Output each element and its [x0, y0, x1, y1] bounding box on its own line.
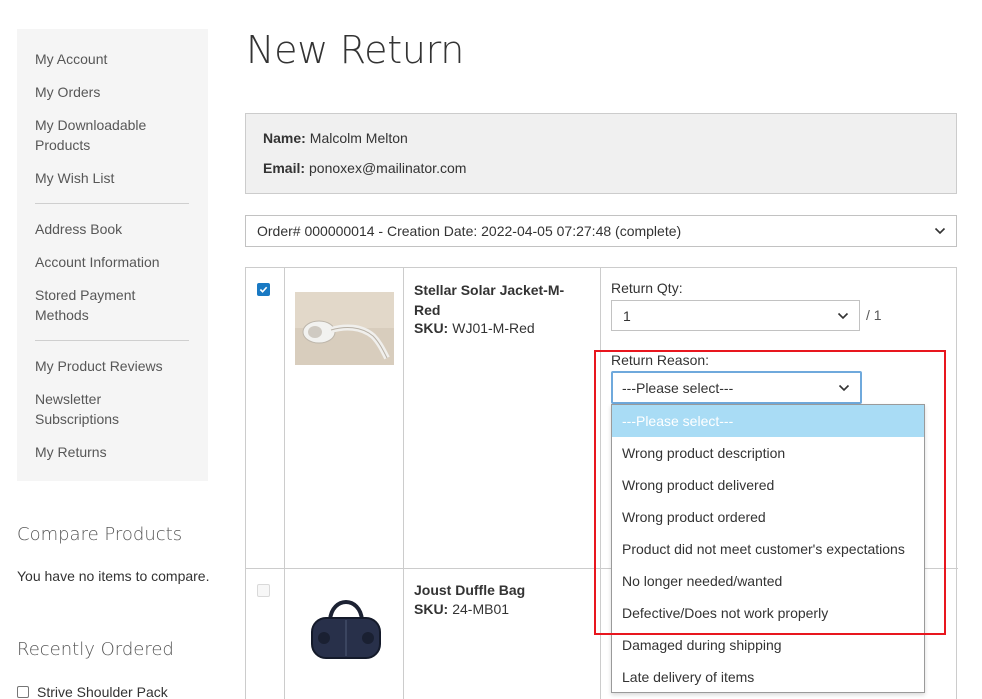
- return-qty-max: / 1: [866, 307, 882, 323]
- return-qty-label: Return Qty:: [611, 280, 683, 296]
- customer-email-label: Email:: [263, 160, 306, 176]
- product-sku-value: WJ01-M-Red: [452, 320, 535, 336]
- compare-empty-text: You have no items to compare.: [17, 568, 210, 584]
- sidebar-item-product-reviews[interactable]: My Product Reviews: [35, 356, 200, 376]
- recent-item-label: Strive Shoulder Pack: [37, 684, 168, 699]
- page-title: New Return: [246, 28, 465, 72]
- sidebar-item-newsletter-subscriptions[interactable]: Newsletter Subscriptions: [35, 389, 145, 429]
- return-reason-select[interactable]: ---Please select---: [611, 371, 862, 404]
- return-qty-select[interactable]: 1: [611, 300, 860, 331]
- product-sku-label: SKU:: [414, 601, 449, 617]
- return-reason-value: ---Please select---: [622, 379, 734, 396]
- sidebar-item-my-account[interactable]: My Account: [35, 49, 200, 69]
- return-reason-dropdown: ---Please select--- Wrong product descri…: [611, 404, 925, 693]
- reason-option[interactable]: Late delivery of items: [612, 661, 924, 692]
- sidebar-item-account-information[interactable]: Account Information: [35, 252, 200, 272]
- table-col-divider: [600, 268, 601, 699]
- sidebar-item-address-book[interactable]: Address Book: [35, 219, 200, 239]
- recently-ordered-item[interactable]: Strive Shoulder Pack: [17, 684, 168, 699]
- sidebar-item-my-returns[interactable]: My Returns: [35, 442, 200, 462]
- recent-item-checkbox[interactable]: [17, 686, 29, 698]
- return-qty-value: 1: [623, 307, 631, 324]
- return-reason-label: Return Reason:: [611, 352, 710, 368]
- reason-option[interactable]: Wrong product description: [612, 437, 924, 469]
- product-image-duffle-bag: [306, 590, 386, 666]
- customer-name-label: Name:: [263, 130, 306, 146]
- product-image-earbuds: [295, 292, 394, 365]
- order-select[interactable]: Order# 000000014 - Creation Date: 2022-0…: [245, 215, 957, 247]
- product-name: Joust Duffle Bag: [414, 582, 526, 598]
- chevron-down-icon: [934, 227, 946, 235]
- item-select-checkbox-disabled[interactable]: [257, 584, 270, 597]
- sidebar-divider: [35, 340, 189, 341]
- account-sidebar: My Account My Orders My Downloadable Pro…: [17, 29, 208, 481]
- customer-name: Name: Malcolm Melton: [263, 130, 408, 146]
- product-sku-label: SKU:: [414, 320, 449, 336]
- product-sku-value: 24-MB01: [452, 601, 510, 617]
- customer-name-value: Malcolm Melton: [309, 130, 408, 146]
- product-sku: SKU: WJ01-M-Red: [414, 320, 535, 336]
- reason-option[interactable]: No longer needed/wanted: [612, 565, 924, 597]
- sidebar-item-stored-payment-methods[interactable]: Stored Payment Methods: [35, 285, 165, 325]
- item-select-checkbox[interactable]: [257, 283, 270, 296]
- product-name: Stellar Solar Jacket-M-Red: [414, 282, 565, 318]
- reason-option[interactable]: Wrong product delivered: [612, 469, 924, 501]
- recently-ordered-title: Recently Ordered: [17, 639, 174, 660]
- reason-option[interactable]: Product did not meet customer's expectat…: [612, 533, 924, 565]
- reason-option[interactable]: Damaged during shipping: [612, 629, 924, 661]
- reason-option[interactable]: Defective/Does not work properly: [612, 597, 924, 629]
- product-sku: SKU: 24-MB01: [414, 601, 509, 617]
- customer-info-box: Name: Malcolm Melton Email: ponoxex@mailin…: [245, 113, 957, 194]
- customer-email: Email: ponoxex@mailinator.com: [263, 160, 466, 176]
- sidebar-item-downloadable-products[interactable]: My Downloadable Products: [35, 115, 175, 155]
- sidebar-item-wish-list[interactable]: My Wish List: [35, 168, 200, 188]
- reason-option[interactable]: Wrong product ordered: [612, 501, 924, 533]
- sidebar-divider: [35, 203, 189, 204]
- checkmark-icon: [259, 286, 268, 293]
- table-col-divider: [403, 268, 404, 699]
- table-col-divider: [284, 268, 285, 699]
- chevron-down-icon: [838, 384, 850, 392]
- compare-products-title: Compare Products: [17, 524, 183, 545]
- customer-email-value: ponoxex@mailinator.com: [309, 160, 467, 176]
- chevron-down-icon: [837, 312, 849, 320]
- order-select-value: Order# 000000014 - Creation Date: 2022-0…: [257, 223, 682, 239]
- reason-option[interactable]: ---Please select---: [612, 405, 924, 437]
- sidebar-item-my-orders[interactable]: My Orders: [35, 82, 200, 102]
